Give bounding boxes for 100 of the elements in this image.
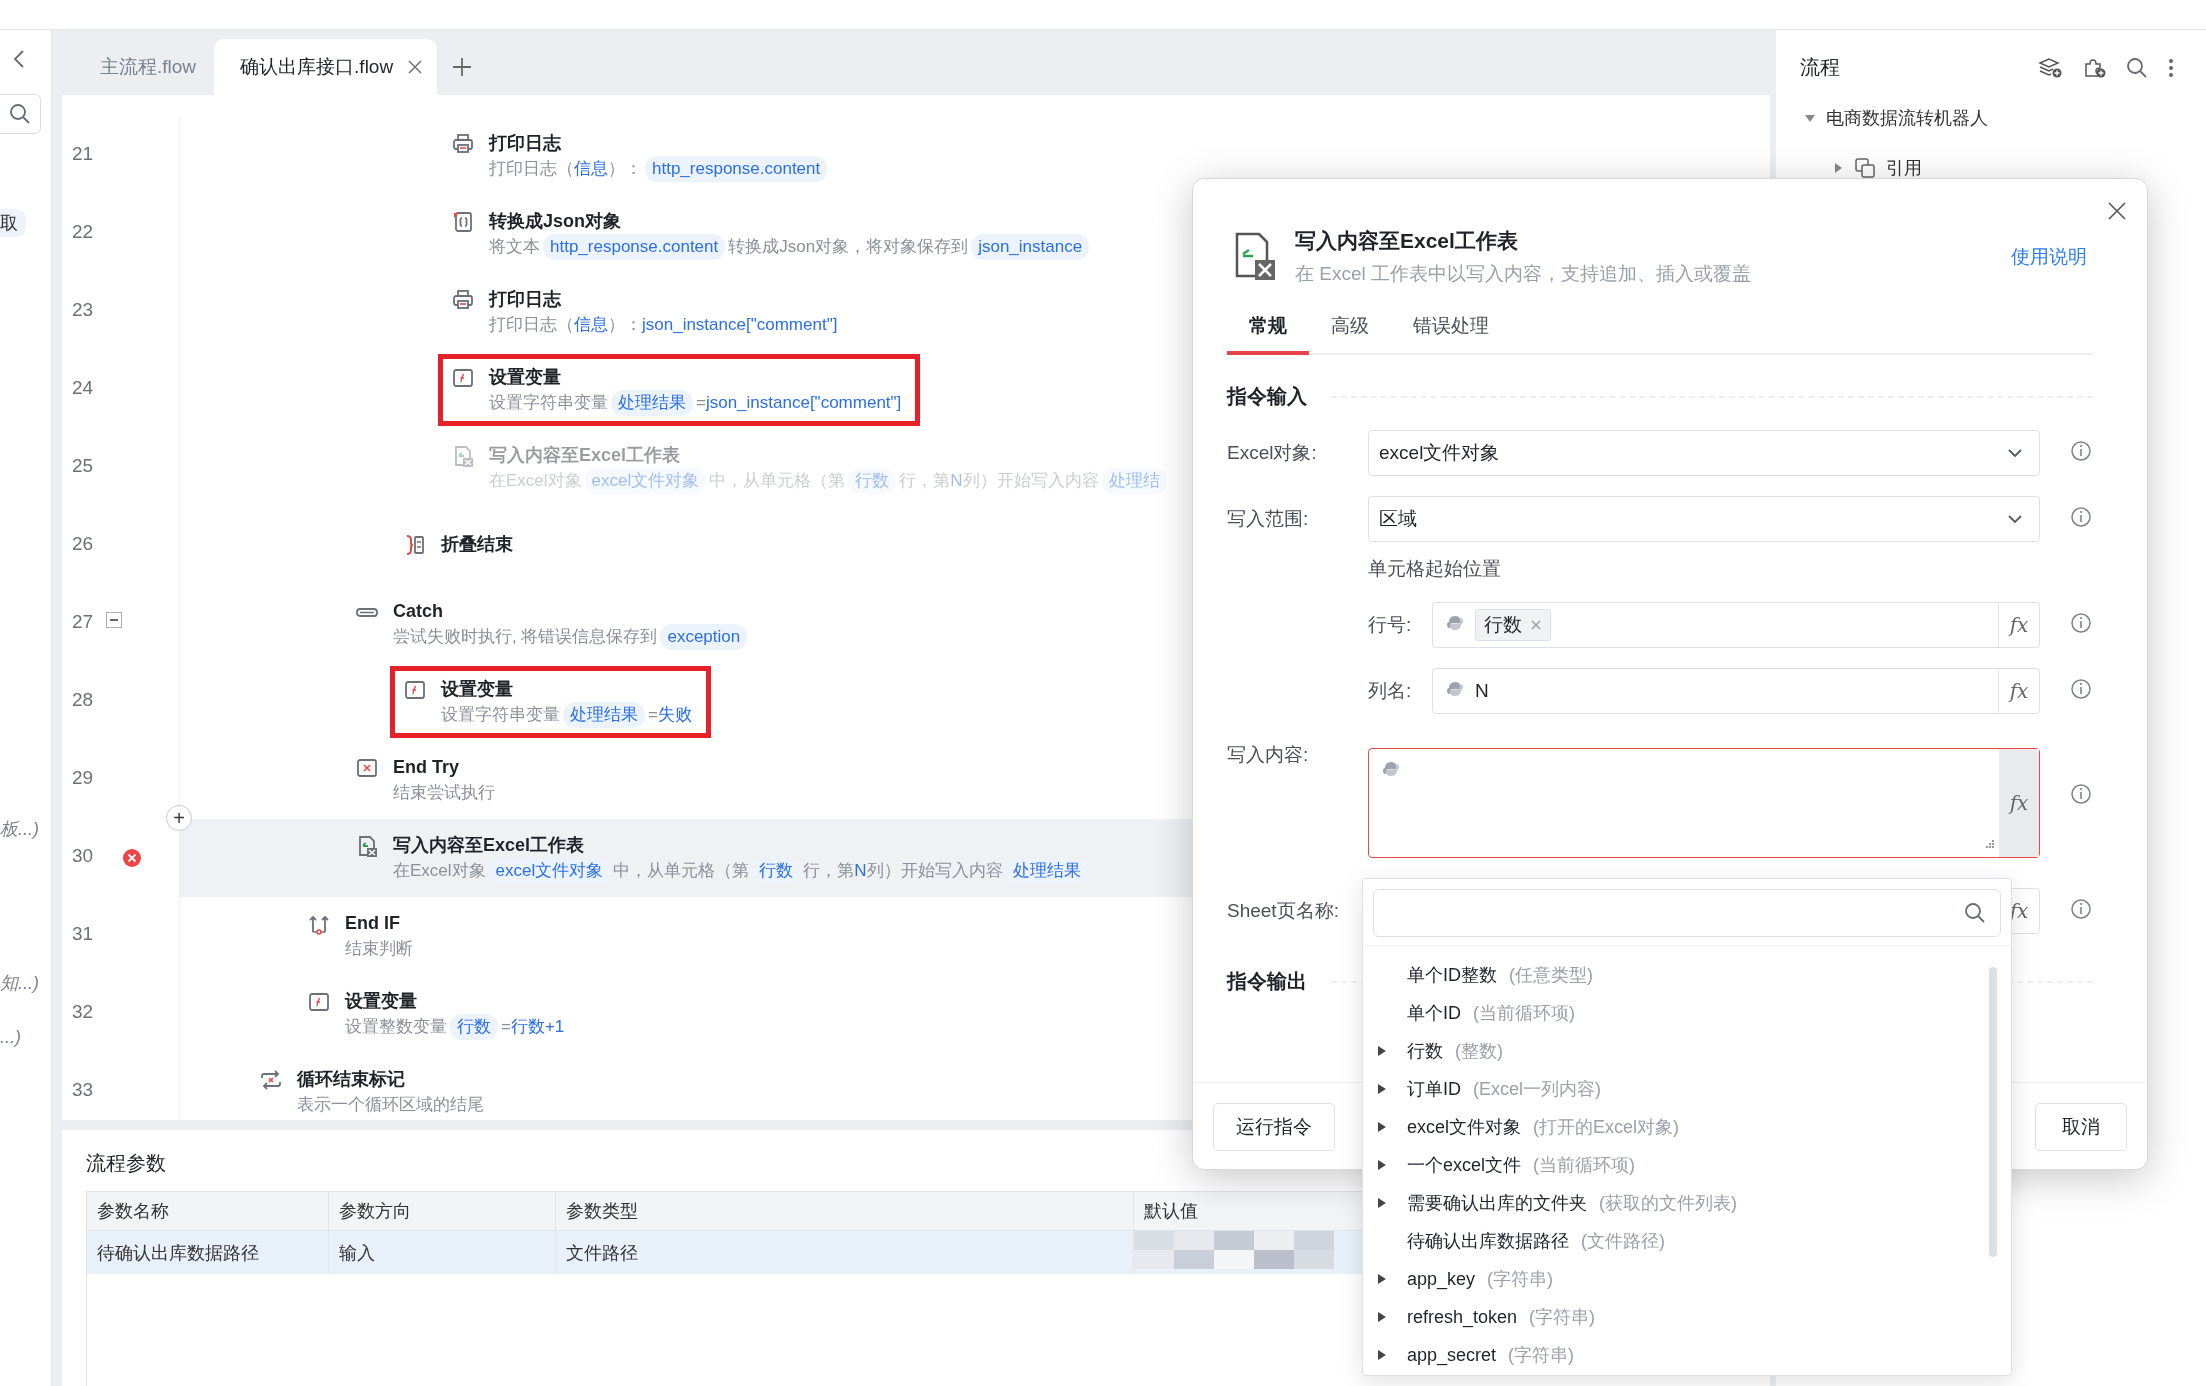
expand-caret-icon[interactable]: [1377, 1349, 1387, 1361]
remove-icon[interactable]: [1530, 619, 1542, 631]
field-caption: 单元格起始位置: [1368, 557, 1501, 581]
step-description: 转换成Json对象，将对象保存到: [728, 236, 969, 258]
info-icon[interactable]: [2070, 506, 2092, 528]
step-description: 设置字符串变量: [441, 704, 560, 726]
help-link[interactable]: 使用说明: [2011, 244, 2087, 270]
step-description: ）：: [608, 314, 642, 336]
variable-option[interactable]: 待确认出库数据路径 (文件路径): [1363, 1222, 2011, 1260]
loop-arrows-icon: [259, 1068, 283, 1092]
variable-chip: 处理结果: [1005, 858, 1088, 884]
text-area[interactable]: fx: [1368, 748, 2040, 858]
expand-caret-icon[interactable]: [1377, 1083, 1387, 1095]
select-field[interactable]: excel文件对象: [1368, 430, 2040, 476]
variable-option[interactable]: 需要确认出库的文件夹 (获取的文件列表): [1363, 1184, 2011, 1222]
info-icon[interactable]: [2070, 440, 2092, 462]
search-field[interactable]: [1373, 889, 2001, 937]
column-header: 参数类型: [555, 1192, 1134, 1231]
expand-caret-icon[interactable]: [1377, 1197, 1387, 1209]
tree-item[interactable]: 电商数据流转机器人: [1800, 93, 1994, 143]
add-tab-icon[interactable]: [451, 56, 474, 78]
field-label: 写入范围:: [1227, 507, 1310, 531]
line-number: 24: [72, 377, 94, 399]
input-field[interactable]: 行数 fx: [1432, 602, 2040, 648]
info-icon[interactable]: [2070, 678, 2092, 700]
variable-chip: 处理结果: [563, 702, 645, 728]
variable-option[interactable]: 单个ID (当前循环项): [1363, 994, 2011, 1032]
add-step-button[interactable]: +: [166, 805, 192, 831]
run-button[interactable]: 运行指令: [1213, 1103, 1335, 1151]
file-tab[interactable]: 确认出库接口.flow: [214, 39, 438, 95]
variable-chip: json_instance: [971, 234, 1090, 260]
step-title: 循环结束标记: [297, 1068, 406, 1091]
formula-button[interactable]: fx: [1999, 749, 2039, 857]
collapse-toggle[interactable]: [106, 612, 122, 628]
info-icon[interactable]: [2070, 612, 2092, 634]
info-icon[interactable]: [2070, 783, 2092, 805]
column-header: 参数方向: [328, 1192, 556, 1231]
step-description: 设置字符串变量: [489, 392, 608, 414]
line-number: 31: [72, 923, 94, 945]
section-heading: 指令输出: [1227, 969, 1307, 994]
layers-add-icon[interactable]: [2038, 56, 2062, 79]
tree-item[interactable]: 引用: [1800, 143, 1928, 193]
back-chevron-icon[interactable]: [12, 48, 26, 70]
dialog-tab[interactable]: 高级: [1309, 313, 1391, 355]
formula-button[interactable]: fx: [1998, 603, 2039, 647]
line-number: 25: [72, 455, 94, 477]
step-description: 尝试失败时执行, 将错误信息保存到: [393, 626, 658, 648]
variable-option[interactable]: refresh_token (字符串): [1363, 1298, 2011, 1336]
variable-value: 行数+1: [510, 1016, 565, 1038]
step-title: 打印日志: [489, 132, 562, 155]
input-field[interactable]: N fx: [1432, 668, 2040, 714]
more-icon[interactable]: [2168, 56, 2174, 79]
dialog-tab[interactable]: 常规: [1227, 313, 1309, 355]
variable-option[interactable]: app_key (字符串): [1363, 1260, 2011, 1298]
variable-tag: 行数: [1475, 609, 1551, 641]
search-icon[interactable]: [2126, 56, 2148, 79]
expand-caret-icon[interactable]: [1377, 1159, 1387, 1171]
variable-chip: exception: [660, 624, 748, 650]
search-button[interactable]: [0, 94, 41, 134]
step-description: =: [696, 392, 706, 414]
variable-option[interactable]: 行数 (整数): [1363, 1032, 2011, 1070]
expand-caret-icon[interactable]: [1377, 1045, 1387, 1057]
expand-caret-icon[interactable]: [1377, 1311, 1387, 1323]
search-icon: [9, 103, 31, 125]
close-icon[interactable]: [2107, 201, 2127, 221]
step-description: =: [501, 1016, 511, 1038]
expand-caret-icon[interactable]: [1377, 1273, 1387, 1285]
variable-chip: 处理结果: [611, 390, 693, 416]
search-icon: [1964, 902, 1986, 924]
info-icon[interactable]: [2070, 898, 2092, 920]
variable-value: 失败: [657, 704, 692, 726]
field-label: Excel对象:: [1227, 441, 1318, 465]
truncated-label: ...): [0, 1027, 22, 1048]
variable-option[interactable]: 单个ID整数 (任意类型): [1363, 956, 2011, 994]
expand-caret-icon[interactable]: [1377, 1121, 1387, 1133]
select-field[interactable]: 区域: [1368, 496, 2040, 542]
variable-chip: 行数: [450, 1014, 498, 1040]
line-number: 28: [72, 689, 94, 711]
step-description: 中，从单元格（第: [613, 860, 750, 882]
step-description: 表示一个循环区域的结尾: [297, 1094, 484, 1116]
field-label: 行号:: [1368, 613, 1413, 637]
dialog-tab[interactable]: 错误处理: [1391, 313, 1511, 355]
step-description: 打印日志（: [489, 314, 574, 336]
step-title: 打印日志: [489, 288, 562, 311]
close-box-icon: [355, 756, 379, 780]
line-number: 33: [72, 1079, 94, 1101]
variable-option[interactable]: 一个excel文件 (当前循环项): [1363, 1146, 2011, 1184]
variable-value: json_instance["comment"]: [705, 392, 902, 414]
close-icon[interactable]: [407, 59, 424, 75]
formula-button[interactable]: fx: [1998, 669, 2039, 713]
variable-value: json_instance["comment"]: [642, 314, 838, 336]
cancel-button[interactable]: 取消: [2035, 1103, 2127, 1151]
variable-option[interactable]: app_secret (字符串): [1363, 1336, 2011, 1374]
variable-option[interactable]: excel文件对象 (打开的Excel对象): [1363, 1108, 2011, 1146]
step-title: 设置变量: [489, 366, 562, 389]
dialog-subtitle: 在 Excel 工作表中以写入内容，支持追加、插入或覆盖: [1295, 262, 1752, 286]
scrollbar[interactable]: [1989, 967, 1997, 1257]
printer-icon: [451, 132, 475, 156]
step-description: 列）开始写入内容: [866, 860, 1003, 882]
variable-option[interactable]: 订单ID (Excel一列内容): [1363, 1070, 2011, 1108]
